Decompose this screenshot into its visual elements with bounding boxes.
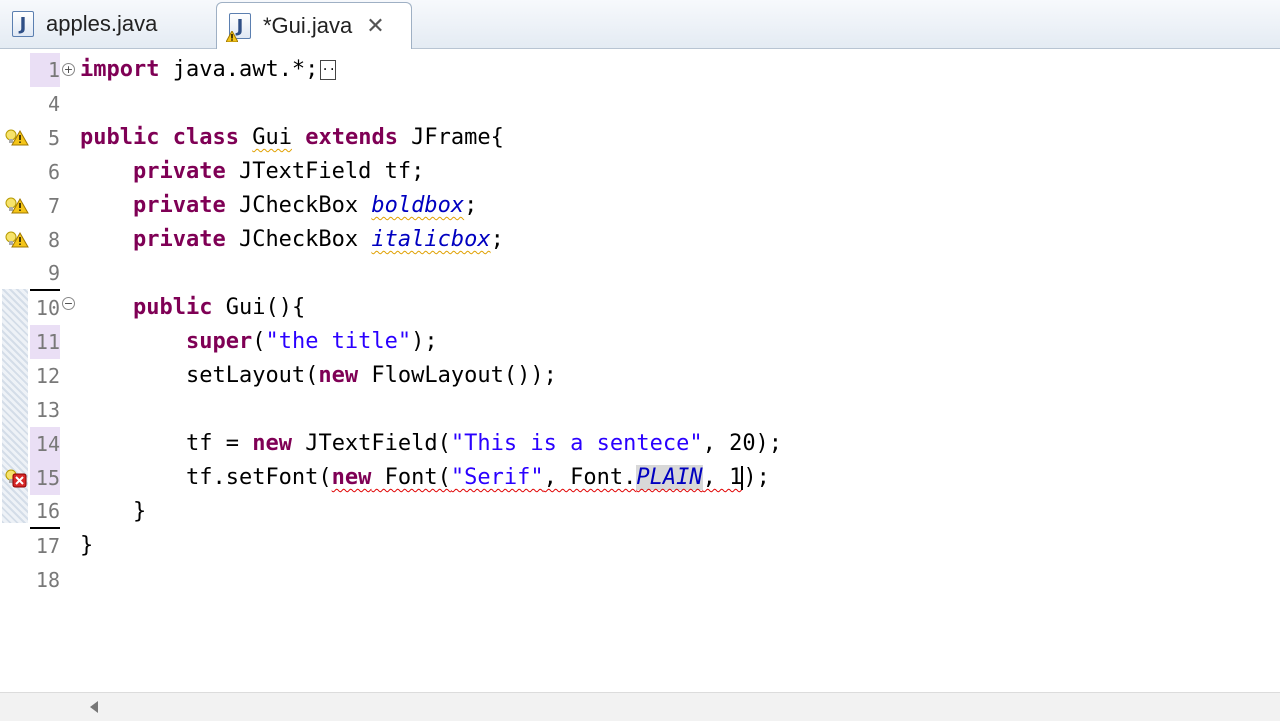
line-code: import java.awt.*;.. bbox=[80, 57, 337, 82]
scroll-left-icon[interactable] bbox=[90, 701, 98, 713]
code-line: 7 private JCheckBox boldbox; bbox=[0, 189, 1280, 223]
code-line: 16 } bbox=[0, 495, 1280, 529]
tab-label: *Gui.java bbox=[263, 13, 353, 38]
line-number: 8 bbox=[47, 228, 60, 252]
code-line: 4 bbox=[0, 87, 1280, 121]
line-code: setLayout(new FlowLayout()); bbox=[185, 363, 557, 388]
warning-lightbulb-icon[interactable] bbox=[4, 195, 30, 215]
code-line: 10 − public Gui(){ bbox=[0, 291, 1280, 325]
line-number: 16 bbox=[30, 495, 60, 529]
close-tab-icon[interactable]: ✕ bbox=[366, 14, 384, 39]
code-line: 6 private JTextField tf; bbox=[0, 155, 1280, 189]
line-code: tf.setFont(new Font("Serif", Font.PLAIN,… bbox=[185, 465, 770, 490]
tab-gui-java[interactable]: J *Gui.java ✕ bbox=[216, 2, 412, 49]
line-number: 17 bbox=[35, 534, 60, 558]
line-code: } bbox=[80, 533, 94, 558]
collapse-icon[interactable]: − bbox=[62, 297, 75, 310]
line-number: 6 bbox=[47, 160, 60, 184]
horizontal-scrollbar[interactable] bbox=[0, 692, 1280, 721]
line-number: 11 bbox=[30, 325, 60, 359]
java-file-warning-icon: J bbox=[226, 13, 251, 42]
collapsed-imports-icon: .. bbox=[320, 60, 337, 80]
code-line: 1 + import java.awt.*;.. bbox=[0, 53, 1280, 87]
code-line: 15 tf.setFont(new Font("Serif", Font.PLA… bbox=[0, 461, 1280, 495]
error-lightbulb-icon[interactable] bbox=[4, 467, 30, 489]
line-number: 5 bbox=[47, 126, 60, 150]
line-code: public Gui(){ bbox=[132, 295, 306, 320]
code-line: 8 private JCheckBox italicbox; bbox=[0, 223, 1280, 257]
line-code: private JTextField tf; bbox=[132, 159, 425, 184]
line-number: 10 bbox=[35, 296, 60, 320]
line-number: 1 bbox=[30, 53, 60, 87]
tab-label: apples.java bbox=[46, 11, 158, 36]
line-code: super("the title"); bbox=[185, 329, 438, 354]
code-line: 13 bbox=[0, 393, 1280, 427]
code-line: 12 setLayout(new FlowLayout()); bbox=[0, 359, 1280, 393]
line-code: } bbox=[132, 499, 147, 524]
line-code: private JCheckBox italicbox; bbox=[132, 227, 504, 252]
line-number: 13 bbox=[35, 398, 60, 422]
line-number: 4 bbox=[47, 92, 60, 116]
line-number: 14 bbox=[30, 427, 60, 461]
expand-icon[interactable]: + bbox=[62, 63, 75, 76]
line-code: tf = new JTextField("This is a sentece",… bbox=[185, 431, 783, 456]
line-number: 18 bbox=[35, 568, 60, 592]
tab-apples-java[interactable]: J apples.java bbox=[0, 2, 210, 46]
code-line: 14 tf = new JTextField("This is a sentec… bbox=[0, 427, 1280, 461]
code-line: 18 bbox=[0, 563, 1280, 597]
code-line: 9 bbox=[0, 257, 1280, 291]
code-editor[interactable]: 1 + import java.awt.*;.. 4 5 public clas… bbox=[0, 49, 1280, 692]
line-number: 15 bbox=[30, 461, 60, 495]
line-number: 12 bbox=[35, 364, 60, 388]
line-number: 7 bbox=[47, 194, 60, 218]
warning-lightbulb-icon[interactable] bbox=[4, 127, 30, 147]
editor-tab-bar: J apples.java J *Gui.java ✕ bbox=[0, 0, 1280, 49]
code-line: 5 public class Gui extends JFrame{ bbox=[0, 121, 1280, 155]
code-line: 11 super("the title"); bbox=[0, 325, 1280, 359]
line-code: private JCheckBox boldbox; bbox=[132, 193, 478, 218]
java-file-icon: J bbox=[12, 11, 34, 37]
code-line: 17 } bbox=[0, 529, 1280, 563]
warning-lightbulb-icon[interactable] bbox=[4, 229, 30, 249]
line-code: public class Gui extends JFrame{ bbox=[80, 125, 504, 150]
line-number: 9 bbox=[30, 257, 60, 291]
